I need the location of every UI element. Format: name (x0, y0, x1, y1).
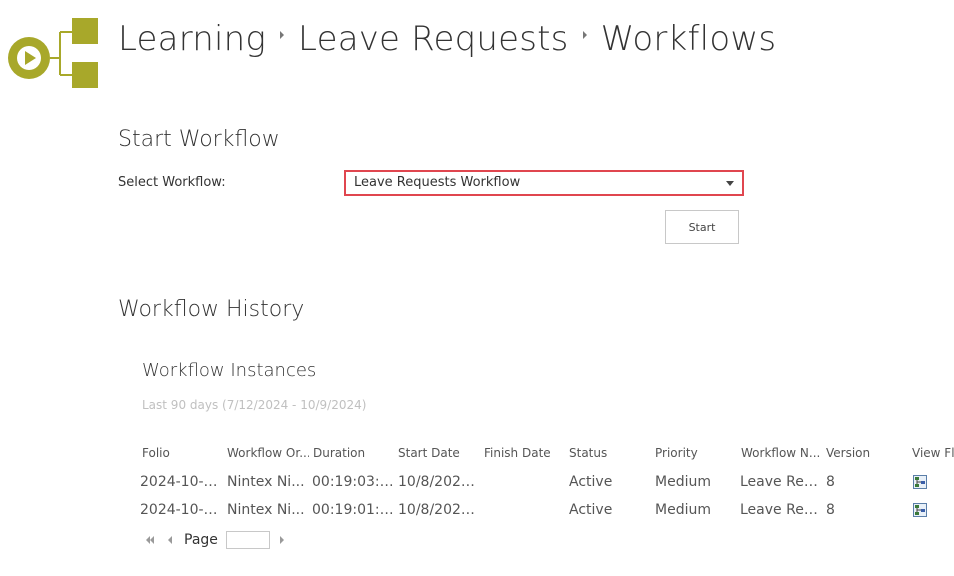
cell-version: 8 (826, 474, 835, 490)
first-page-icon[interactable] (146, 536, 154, 544)
cell-workflow-name: Leave Req... (740, 502, 820, 518)
column-header-workflow-name[interactable]: Workflow N... (741, 446, 821, 460)
start-button[interactable]: Start (665, 210, 739, 244)
breadcrumb-item-learning[interactable]: Learning (118, 19, 266, 59)
cell-folio[interactable]: 2024-10-0... (140, 468, 220, 496)
cell-duration: 00:19:03:39 (312, 474, 396, 490)
next-page-icon[interactable] (279, 536, 284, 544)
cell-folio[interactable]: 2024-10-0... (140, 496, 220, 524)
previous-page-icon[interactable] (168, 536, 172, 544)
cell-duration: 00:19:01:56 (312, 502, 396, 518)
page-number-input[interactable] (225, 531, 270, 549)
workflow-select-value: Leave Requests Workflow (354, 175, 521, 190)
workflow-logo-icon (8, 18, 98, 88)
breadcrumb: Learning Leave Requests Workflows (118, 14, 776, 64)
cell-priority: Medium (655, 474, 711, 490)
breadcrumb-separator-icon (280, 31, 285, 39)
breadcrumb-item-workflows: Workflows (600, 19, 777, 59)
select-workflow-label: Select Workflow: (118, 175, 226, 190)
cell-start-date: 10/8/2024... (398, 502, 478, 518)
workflow-select[interactable]: Leave Requests Workflow (344, 170, 744, 196)
breadcrumb-item-leave-requests[interactable]: Leave Requests (298, 19, 569, 59)
chevron-down-icon[interactable] (726, 181, 734, 186)
cell-workflow-originator: Nintex Ni... (227, 474, 305, 490)
workflow-instances-table: Folio Workflow Or... Duration Start Date… (140, 446, 954, 524)
column-header-finish-date[interactable]: Finish Date (484, 446, 564, 460)
pager: Page (146, 530, 284, 550)
cell-start-date: 10/8/2024... (398, 474, 478, 490)
column-header-start-date[interactable]: Start Date (398, 446, 478, 460)
date-range-text: Last 90 days (7/12/2024 - 10/9/2024) (142, 398, 367, 412)
breadcrumb-separator-icon (582, 31, 587, 39)
table-header-row: Folio Workflow Or... Duration Start Date… (142, 446, 954, 468)
table-row[interactable]: 2024-10-0... Nintex Ni... 00:19:03:39 10… (140, 468, 954, 496)
column-header-workflow-originator[interactable]: Workflow Or... (227, 446, 309, 460)
column-header-duration[interactable]: Duration (313, 446, 393, 460)
cell-priority: Medium (655, 502, 711, 518)
cell-version: 8 (826, 502, 835, 518)
column-header-priority[interactable]: Priority (655, 446, 735, 460)
cell-workflow-originator: Nintex Ni... (227, 502, 305, 518)
page-label: Page (184, 532, 218, 548)
app-logo (8, 18, 100, 90)
column-header-folio[interactable]: Folio (142, 446, 222, 460)
table-row[interactable]: 2024-10-0... Nintex Ni... 00:19:01:56 10… (140, 496, 954, 524)
start-workflow-title: Start Workflow (118, 127, 280, 152)
cell-status: Active (569, 474, 613, 490)
workflow-instances-title: Workflow Instances (142, 360, 317, 381)
column-header-status[interactable]: Status (569, 446, 649, 460)
view-flow-icon[interactable] (913, 503, 927, 517)
workflow-history-title: Workflow History (118, 297, 305, 322)
column-header-version[interactable]: Version (826, 446, 896, 460)
column-header-view-flow[interactable]: View Flo (912, 446, 954, 460)
cell-status: Active (569, 502, 613, 518)
view-flow-icon[interactable] (913, 475, 927, 489)
cell-workflow-name: Leave Req... (740, 474, 820, 490)
